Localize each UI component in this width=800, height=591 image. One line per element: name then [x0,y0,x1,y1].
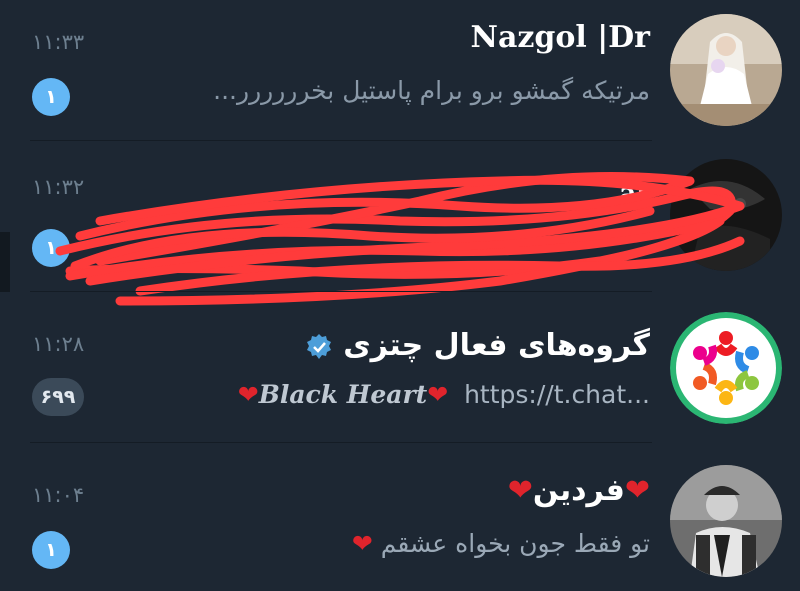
chat-row-nazgol[interactable]: ۱۱:۳۳ ۱ Nazgol |Dr مرتیکه گمشو برو برام … [0,0,800,140]
message-link: https://t.chat... [464,380,650,409]
message-text: تو فقط جون بخواه عشقم [380,529,650,558]
heart-icon: ❤ [624,473,650,508]
heart-icon: ❤ [427,380,449,409]
colorful-people-circle-icon[interactable] [670,312,782,424]
unread-badge: ۶۹۹ [32,378,84,416]
chat-time: ۱۱:۰۴ [32,483,85,507]
unread-badge: ۱ [32,78,70,116]
chat-name: گروه‌های فعال چتزی [305,328,650,363]
scribble-overlay [55,172,745,306]
heart-icon: ❤ [237,380,259,409]
boy-photo-icon[interactable] [670,465,782,577]
chat-name: ❤فردین❤ [508,473,650,508]
chat-time: ۱۱:۳۳ [32,30,85,54]
chat-last-message: تو فقط جون بخواه عشقم ❤ [352,529,650,558]
verified-badge-icon [305,333,333,361]
chat-row-hidden[interactable]: ۱۱:۳۲ ۱ ar [0,141,800,306]
chat-name: Nazgol |Dr [470,20,650,55]
chat-row-group[interactable]: ۱۱:۲۸ ۶۹۹ گروه‌های فعال چتزی ❤Black Hear… [0,292,800,442]
heart-icon: ❤ [507,473,533,508]
heart-icon: ❤ [351,529,373,558]
group-title: گروه‌های فعال چتزی [343,328,650,363]
bride-photo-icon[interactable] [670,14,782,126]
chat-row-fardin[interactable]: ۱۱:۰۴ ۱ ❤فردین❤ تو فقط جون بخواه عشقم ❤ [0,443,800,591]
unread-badge: ۱ [32,531,70,569]
chat-last-message: مرتیکه گمشو برو برام پاستیل بخرررررر... [213,76,650,105]
chat-last-message: ❤Black Heart❤ https://t.chat... [238,380,650,409]
message-styled-text: Black Heart [258,380,428,409]
contact-name: فردین [532,473,625,508]
chat-time: ۱۱:۲۸ [32,332,85,356]
